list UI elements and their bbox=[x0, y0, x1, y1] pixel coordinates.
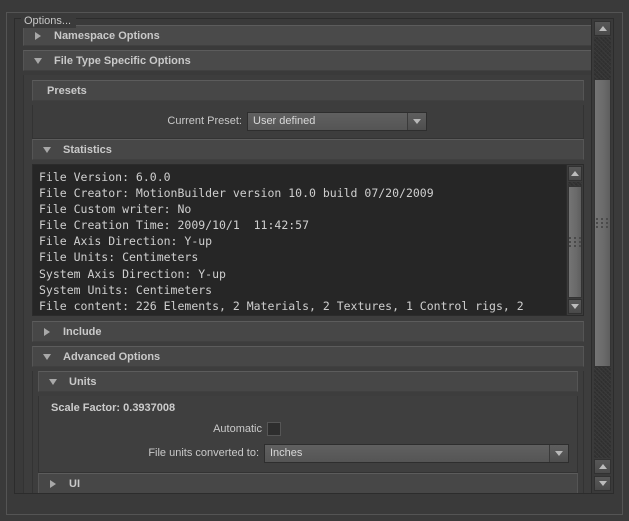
triangle-down-icon[interactable] bbox=[45, 378, 61, 385]
triangle-up-icon[interactable] bbox=[568, 166, 582, 181]
section-label-units: Units bbox=[69, 375, 97, 388]
triangle-down-icon[interactable] bbox=[39, 146, 55, 153]
presets-body: Current Preset: User defined bbox=[32, 105, 584, 139]
triangle-down-icon[interactable] bbox=[30, 57, 46, 64]
statistics-scroll-track[interactable] bbox=[568, 182, 582, 298]
chevron-down-icon[interactable] bbox=[549, 444, 568, 462]
statistics-vertical-scrollbar[interactable] bbox=[566, 165, 583, 315]
section-header-statistics[interactable]: Statistics bbox=[32, 139, 584, 160]
advanced-options-body: Units Scale Factor: 0.3937008 Automatic bbox=[32, 371, 584, 493]
triangle-down-icon[interactable] bbox=[39, 353, 55, 360]
section-label-include: Include bbox=[63, 325, 102, 338]
main-scroll-track[interactable] bbox=[594, 37, 611, 458]
units-body: Scale Factor: 0.3937008 Automatic File u… bbox=[38, 396, 578, 473]
section-header-presets[interactable]: Presets bbox=[32, 80, 584, 101]
options-content: Namespace Options File Type Specific Opt… bbox=[15, 19, 593, 493]
groupbox-title: Options... bbox=[21, 15, 77, 28]
section-header-ui[interactable]: UI bbox=[38, 473, 578, 493]
file-units-value: Inches bbox=[265, 444, 549, 462]
grip-dots-icon bbox=[568, 237, 582, 247]
scale-factor-value: Scale Factor: 0.3937008 bbox=[51, 402, 176, 414]
statistics-textarea[interactable]: File Version: 6.0.0 File Creator: Motion… bbox=[32, 164, 584, 316]
section-header-namespace-options[interactable]: Namespace Options bbox=[23, 25, 593, 46]
section-header-advanced-options[interactable]: Advanced Options bbox=[32, 346, 584, 367]
triangle-up-icon[interactable] bbox=[594, 21, 611, 36]
options-dialog: Options... Namespace Options File Type S… bbox=[0, 0, 629, 521]
section-header-units[interactable]: Units bbox=[38, 371, 578, 392]
triangle-up-icon-bottom[interactable] bbox=[594, 459, 611, 474]
file-type-specific-options-body: Presets Current Preset: User defined Sta… bbox=[23, 75, 593, 493]
section-label-file-type-specific-options: File Type Specific Options bbox=[54, 54, 191, 67]
chevron-down-icon[interactable] bbox=[407, 112, 426, 130]
grip-dots-icon bbox=[596, 218, 609, 228]
section-header-include[interactable]: Include bbox=[32, 321, 584, 342]
main-vertical-scrollbar[interactable] bbox=[591, 19, 613, 493]
triangle-down-icon-bottom[interactable] bbox=[594, 476, 611, 491]
current-preset-label: Current Preset: bbox=[167, 115, 242, 127]
section-label-ui: UI bbox=[69, 477, 80, 490]
triangle-down-icon-bottom[interactable] bbox=[568, 299, 582, 314]
statistics-text: File Version: 6.0.0 File Creator: Motion… bbox=[39, 170, 524, 315]
current-preset-row: Current Preset: User defined bbox=[39, 110, 577, 132]
automatic-row: Automatic bbox=[47, 418, 569, 440]
section-label-statistics: Statistics bbox=[63, 143, 112, 156]
section-label-advanced-options: Advanced Options bbox=[63, 350, 161, 363]
automatic-checkbox[interactable] bbox=[267, 422, 281, 436]
triangle-right-icon[interactable] bbox=[45, 479, 61, 488]
options-scroll-panel: Namespace Options File Type Specific Opt… bbox=[14, 18, 614, 494]
file-type-inner: Presets Current Preset: User defined Sta… bbox=[24, 75, 592, 493]
main-scroll-thumb[interactable] bbox=[594, 79, 611, 367]
current-preset-value: User defined bbox=[248, 112, 407, 130]
file-units-dropdown[interactable]: Inches bbox=[264, 443, 569, 463]
triangle-right-icon[interactable] bbox=[39, 327, 55, 336]
section-label-namespace-options: Namespace Options bbox=[54, 29, 160, 42]
file-units-label: File units converted to: bbox=[148, 447, 259, 459]
automatic-label: Automatic bbox=[213, 423, 262, 435]
current-preset-dropdown[interactable]: User defined bbox=[247, 111, 427, 131]
triangle-right-icon[interactable] bbox=[30, 31, 46, 40]
section-header-file-type-specific-options[interactable]: File Type Specific Options bbox=[23, 50, 593, 71]
statistics-scroll-thumb[interactable] bbox=[568, 186, 582, 298]
file-units-row: File units converted to: Inches bbox=[47, 442, 569, 464]
section-label-presets: Presets bbox=[47, 84, 87, 97]
